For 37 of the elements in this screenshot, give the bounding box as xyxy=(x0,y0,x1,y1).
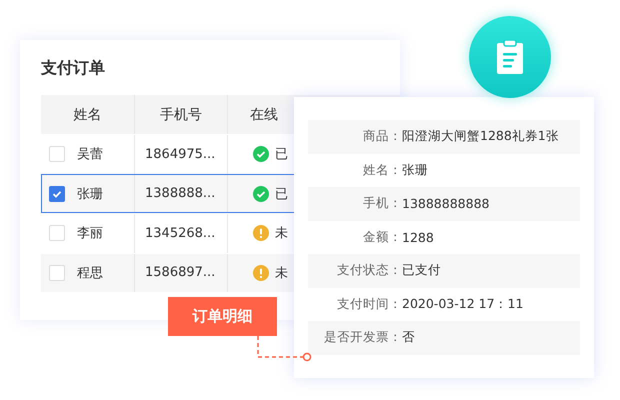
warning-circle-icon xyxy=(253,225,269,242)
field-label: 是否开发票： xyxy=(323,329,402,346)
phone-text: 1864975... xyxy=(145,146,216,162)
field-value: 已支付 xyxy=(402,262,441,280)
column-header: 手机号 xyxy=(135,95,228,134)
status-text: 已 xyxy=(275,146,288,164)
check-circle-icon xyxy=(253,186,269,202)
phone-text: 1388888... xyxy=(145,186,216,202)
clipboard-icon xyxy=(497,40,523,74)
warning-circle-icon xyxy=(253,264,269,281)
order-detail-button[interactable]: 订单明细 xyxy=(168,297,277,336)
field-label: 姓名： xyxy=(362,162,402,179)
status-text: 已 xyxy=(275,186,288,203)
name-text: 程思 xyxy=(77,264,103,282)
name-text: 吴蕾 xyxy=(77,146,103,164)
column-header: 在线 xyxy=(249,106,279,124)
name-text: 李丽 xyxy=(77,225,103,242)
field-label: 手机： xyxy=(362,195,402,212)
check-circle-icon xyxy=(253,146,269,162)
status-text: 未 xyxy=(275,225,288,242)
field-value: 13888888888 xyxy=(402,196,490,212)
card-title: 支付订单 xyxy=(41,58,105,79)
field-value: 1288 xyxy=(402,230,434,245)
field-value: 张珊 xyxy=(402,162,428,179)
field-label: 支付时间： xyxy=(336,296,402,313)
phone-text: 1345268... xyxy=(145,226,216,241)
field-label: 商品： xyxy=(362,128,402,146)
name-text: 张珊 xyxy=(77,186,103,203)
field-value: 2020-03-12 17：11 xyxy=(402,296,524,313)
field-label: 支付状态： xyxy=(336,262,402,280)
column-header: 姓名 xyxy=(41,95,135,134)
phone-text: 1586897... xyxy=(145,265,216,280)
checkbox[interactable] xyxy=(49,186,65,202)
field-value: 阳澄湖大闸蟹1288礼券1张 xyxy=(402,128,559,146)
field-label: 金额： xyxy=(362,228,402,246)
field-value: 否 xyxy=(402,329,415,346)
status-text: 未 xyxy=(275,264,288,282)
